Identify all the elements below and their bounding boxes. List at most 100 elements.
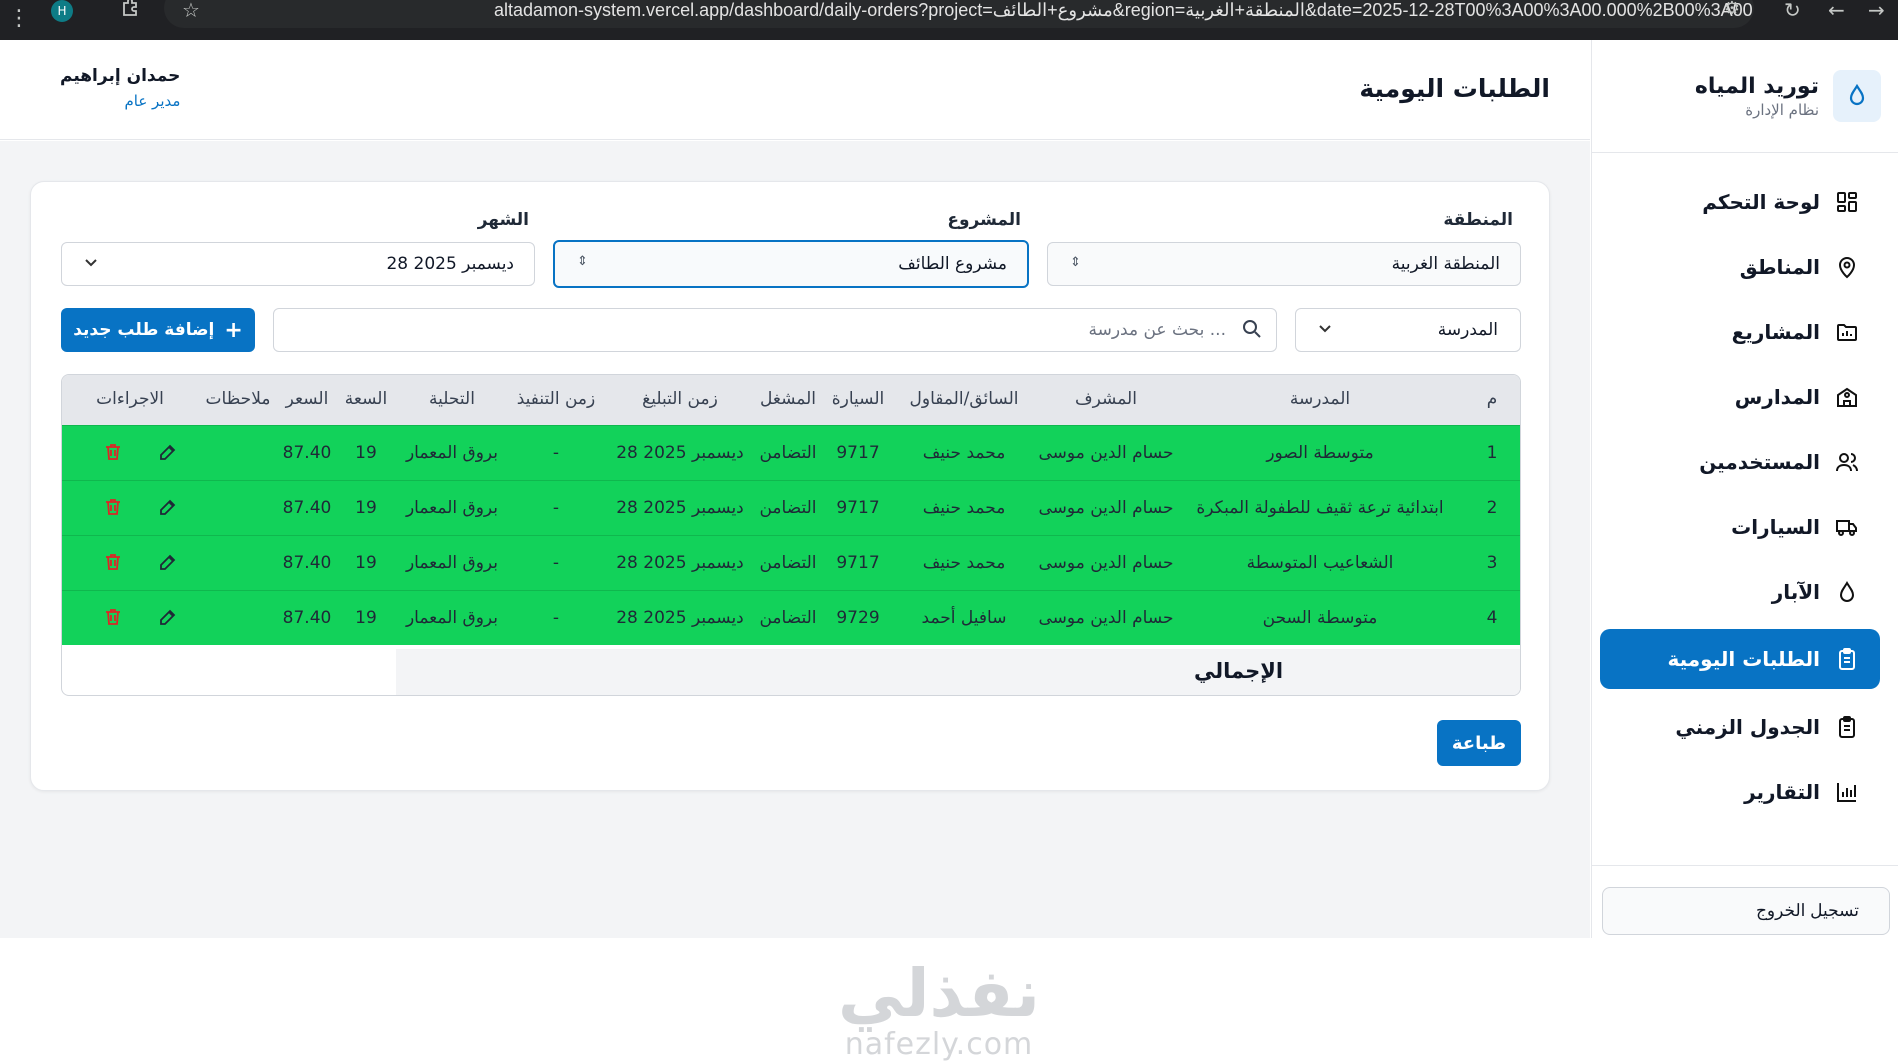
user-info[interactable]: حمدان إبراهيم مدير عام (60, 66, 180, 110)
col-notify-time: زمن التبليغ (642, 389, 718, 409)
extensions-icon[interactable] (120, 0, 140, 23)
bookmark-star-icon[interactable]: ☆ (182, 0, 200, 22)
delete-icon[interactable] (103, 442, 123, 466)
sidebar-item-schedule[interactable]: الجدول الزمني (1600, 699, 1880, 754)
orders-card: المنطقة المشروع الشهر ⇕ المنطقة الغربية … (30, 181, 1550, 791)
table-row[interactable]: 3 الشعاعيب المتوسطة حسام الدين موسى محمد… (62, 535, 1520, 590)
sidebar-item-label: السيارات (1731, 514, 1820, 539)
month-label: الشهر (477, 210, 529, 230)
school-select[interactable]: المدرسة (1295, 308, 1521, 352)
sidebar-item-label: الجدول الزمني (1675, 714, 1820, 739)
month-select[interactable]: 28 ديسمبر 2025 (61, 242, 535, 286)
search-placeholder: بحث عن مدرسة ... (1088, 320, 1226, 340)
sidebar-item-wells[interactable]: الآبار (1600, 564, 1880, 619)
col-price: السعر (285, 389, 329, 409)
sidebar-item-daily-orders[interactable]: الطلبات اليومية (1600, 629, 1880, 689)
profile-avatar[interactable]: H (51, 0, 73, 22)
cell-price: 87.40 (282, 443, 332, 463)
project-label: المشروع (947, 210, 1021, 230)
cell-no: 1 (1486, 443, 1498, 463)
edit-icon[interactable] (158, 442, 178, 466)
droplet-logo-icon (1833, 70, 1881, 122)
cell-notify-time: 28 ديسمبر 2025 (616, 443, 744, 463)
map-pin-icon (1834, 254, 1860, 280)
project-select[interactable]: ⇕ مشروع الطائف (553, 240, 1029, 288)
watermark-english: nafezly.com (844, 1027, 1034, 1062)
col-actions: الاجراءات (96, 389, 164, 409)
users-icon (1834, 449, 1860, 475)
reload-icon[interactable]: ↻ (1784, 0, 1801, 22)
sidebar-item-cars[interactable]: السيارات (1600, 499, 1880, 554)
sidebar-divider (1592, 152, 1898, 153)
cell-driver: محمد حنيف (922, 498, 1006, 518)
url-text[interactable]: altadamon-system.vercel.app/dashboard/da… (494, 0, 1753, 21)
delete-icon[interactable] (103, 497, 123, 521)
cell-supervisor: حسام الدين موسى (1038, 553, 1174, 573)
region-select[interactable]: ⇕ المنطقة الغربية (1047, 242, 1521, 286)
sidebar-item-schools[interactable]: المدارس (1600, 369, 1880, 424)
add-order-label: إضافة طلب جديد (73, 320, 215, 340)
cell-desalination: بروق المعمار (405, 498, 499, 518)
back-icon[interactable]: ← (1828, 0, 1845, 22)
cell-driver: سافيل أحمد (921, 608, 1007, 628)
add-order-button[interactable]: إضافة طلب جديد + (61, 308, 255, 352)
sidebar-item-dashboard[interactable]: لوحة التحكم (1600, 174, 1880, 229)
cell-capacity: 19 (355, 498, 377, 518)
cell-no: 4 (1486, 608, 1498, 628)
sidebar-item-reports[interactable]: التقارير (1600, 764, 1880, 819)
col-no: م (1486, 389, 1498, 409)
droplet-icon (1834, 579, 1860, 605)
app-subtitle: نظام الإدارة (1745, 100, 1819, 119)
cell-desalination: بروق المعمار (405, 608, 499, 628)
cell-exec-time: - (552, 498, 560, 518)
col-notes: ملاحظات (205, 389, 271, 409)
table-row[interactable]: 1 متوسطة الصور حسام الدين موسى محمد حنيف… (62, 425, 1520, 480)
page-header: الطلبات اليومية حمدان إبراهيم مدير عام (0, 40, 1590, 140)
table-row[interactable]: 4 متوسطة السحن حسام الدين موسى سافيل أحم… (62, 590, 1520, 645)
address-bar[interactable]: ☆ altadamon-system.vercel.app/dashboard/… (164, 0, 1754, 28)
cell-driver: محمد حنيف (922, 553, 1006, 573)
site-settings-icon[interactable]: ⚙ (1724, 0, 1740, 19)
print-button[interactable]: طباعة (1437, 720, 1521, 766)
edit-icon[interactable] (158, 607, 178, 631)
menu-dots-icon[interactable]: ⋮ (8, 6, 30, 31)
sidebar-footer-divider (1592, 865, 1898, 866)
cell-exec-time: - (552, 553, 560, 573)
cell-operator: التضامن (759, 443, 817, 463)
table-header: م المدرسة المشرف السائق/المقاول السيارة … (62, 375, 1520, 425)
search-input[interactable]: بحث عن مدرسة ... (273, 308, 1277, 352)
logout-button[interactable]: تسجيل الخروج (1602, 887, 1890, 935)
cell-school: ابتدائية ترعة ثقيف للطفولة المبكرة (1196, 498, 1444, 518)
cell-school: متوسطة الصور (1266, 443, 1374, 463)
table-total-row: الإجمالي (396, 649, 1520, 695)
cell-no: 2 (1486, 498, 1498, 518)
sidebar-item-projects[interactable]: المشاريع (1600, 304, 1880, 359)
sidebar-item-label: الطلبات اليومية (1667, 647, 1821, 671)
delete-icon[interactable] (103, 552, 123, 576)
edit-icon[interactable] (158, 497, 178, 521)
region-select-value: المنطقة الغربية (1391, 254, 1500, 274)
table-row[interactable]: 2 ابتدائية ترعة ثقيف للطفولة المبكرة حسا… (62, 480, 1520, 535)
cell-capacity: 19 (355, 443, 377, 463)
sidebar-item-label: لوحة التحكم (1702, 189, 1820, 214)
forward-icon[interactable]: → (1868, 0, 1885, 22)
sidebar-item-users[interactable]: المستخدمين (1600, 434, 1880, 489)
cell-operator: التضامن (759, 498, 817, 518)
delete-icon[interactable] (103, 607, 123, 631)
orders-table: م المدرسة المشرف السائق/المقاول السيارة … (61, 374, 1521, 696)
chevron-updown-icon: ⇕ (1070, 255, 1081, 270)
col-driver: السائق/المقاول (909, 389, 1019, 409)
folder-chart-icon (1834, 319, 1860, 345)
school-icon (1834, 384, 1860, 410)
clipboard-icon (1834, 646, 1860, 672)
col-exec-time: زمن التنفيذ (516, 389, 596, 409)
edit-icon[interactable] (158, 552, 178, 576)
cell-operator: التضامن (759, 553, 817, 573)
user-role: مدير عام (124, 92, 181, 110)
sidebar-item-regions[interactable]: المناطق (1600, 239, 1880, 294)
cell-desalination: بروق المعمار (405, 443, 499, 463)
col-car: السيارة (831, 389, 885, 409)
chevron-down-icon (1318, 321, 1332, 339)
col-capacity: السعة (344, 389, 388, 409)
chevron-updown-icon: ⇕ (577, 254, 588, 269)
